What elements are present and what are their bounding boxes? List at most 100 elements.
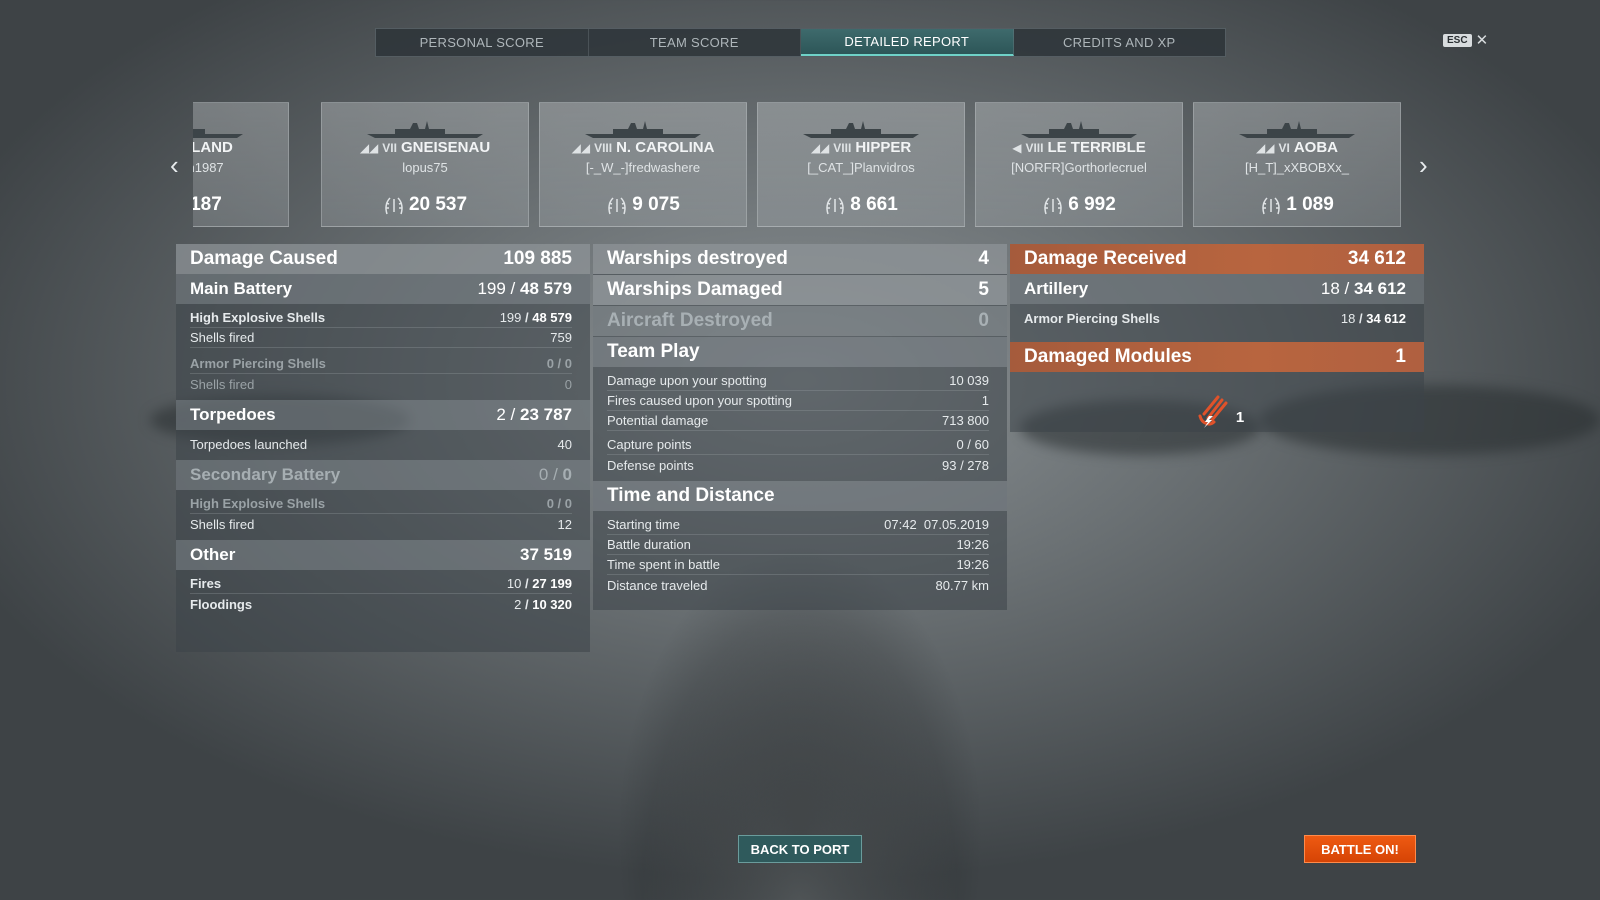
tab-detailed-report[interactable]: DETAILED REPORT (801, 29, 1014, 56)
spotting-damage-row: Damage upon your spotting 10 039 (607, 371, 989, 391)
row-value: 199 / 48 579 (499, 310, 572, 325)
damage-caused-total: 109 885 (503, 248, 572, 269)
row-value: 0 / 0 (546, 356, 572, 371)
damage-caused-panel: Damage Caused 109 885 Main Battery 199 /… (176, 244, 590, 652)
ship-score: 8 661 (850, 194, 898, 215)
laurel-icon (826, 197, 844, 215)
ship-name: HIPPER (855, 139, 912, 156)
row-value: 0 (564, 376, 572, 392)
row-label: Shells fired (190, 330, 255, 345)
hits: 2 (514, 596, 522, 612)
row-value: 2 / 10 320 (514, 596, 572, 612)
hits: 199 (499, 310, 522, 325)
fires-row: Fires 10 / 27 199 (190, 574, 572, 594)
warships-damaged-value: 5 (978, 279, 989, 300)
torpedoes-label: Torpedoes (190, 405, 276, 424)
warships-destroyed-value: 4 (978, 248, 989, 269)
ap-shells-row: Armor Piercing Shells 0 / 0 (190, 354, 572, 374)
ship-card[interactable]: ◢◢ VII GNEISENAU lopus75 20 537 (321, 102, 529, 227)
ship-silhouette-icon (193, 129, 243, 138)
player-name: [NORFR]Gorthorlecruel (1011, 160, 1147, 175)
ship-silhouette-icon (1021, 121, 1137, 138)
damage-received-total: 34 612 (1347, 248, 1406, 269)
row-value: 07:42 07.05.2019 (884, 517, 989, 532)
damage: 23 787 (520, 405, 572, 424)
artillery-header: Artillery 18 / 34 612 (1010, 274, 1424, 304)
time-distance-title: Time and Distance (607, 485, 775, 506)
report-tabs: PERSONAL SCORE TEAM SCORE DETAILED REPOR… (375, 28, 1226, 57)
carousel-prev-arrow-icon[interactable]: ‹ (170, 150, 179, 181)
row-label: Armor Piercing Shells (1024, 310, 1160, 326)
ship-silhouette-icon (803, 121, 919, 138)
hits: 10 (506, 576, 522, 591)
tab-team-score[interactable]: TEAM SCORE (589, 29, 801, 56)
main-battery-value: 199 / 48 579 (477, 279, 572, 299)
ship-score: 6 992 (1068, 194, 1116, 215)
separator: / (505, 279, 520, 298)
row-label: Shells fired (190, 516, 255, 532)
tab-credits-and-xp[interactable]: CREDITS AND XP (1014, 29, 1226, 56)
ship-class-icon: ◢◢ (571, 141, 591, 155)
warships-destroyed-header: Warships destroyed 4 (593, 244, 1007, 274)
hits: 18 (1320, 279, 1340, 298)
shells-fired-row: Shells fired 0 (190, 374, 572, 394)
main-battery-header: Main Battery 199 / 48 579 (176, 274, 590, 304)
ship-score: 9 075 (632, 194, 680, 215)
damage: 0 (562, 465, 572, 484)
ship-card[interactable]: ◀ VIII LE TERRIBLE [NORFR]Gorthorlecruel 6… (975, 102, 1183, 227)
ship-silhouette-icon (1239, 121, 1355, 138)
damage: 27 199 (532, 576, 572, 591)
damage-received-title: Damage Received (1024, 248, 1187, 269)
ship-card[interactable]: ◢◢ VIII N. CAROLINA [-_W_-]fredwashere 9 0… (539, 102, 747, 227)
other-rows: Fires 10 / 27 199 Floodings 2 / 10 320 (176, 570, 590, 620)
other-header: Other 37 519 (176, 540, 590, 570)
capture-points-row: Capture points 0 / 60 (607, 435, 989, 455)
ship-card[interactable]: CLEVELAND Ahriman1987 1 187 (193, 102, 289, 227)
row-value: 0 / 0 (546, 496, 572, 511)
row-label: Defense points (607, 457, 694, 473)
ship-card[interactable]: ◢◢ VI AOBA [H_T]_xXBOBXx_ 1 089 (1193, 102, 1401, 227)
secondary-label: Secondary Battery (190, 465, 341, 484)
damage: 0 (564, 496, 572, 511)
close-icon: ✕ (1475, 32, 1489, 49)
row-label: Fires caused upon your spotting (607, 393, 792, 408)
secondary-battery-header: Secondary Battery 0 / 0 (176, 460, 590, 490)
laurel-icon (385, 197, 403, 215)
back-to-port-button[interactable]: BACK TO PORT (738, 835, 862, 863)
row-label: Potential damage (607, 413, 709, 428)
row-value: 713 800 (942, 413, 989, 428)
ship-score: 1 187 (193, 194, 222, 215)
damage-caused-header: Damage Caused 109 885 (176, 244, 590, 274)
torpedoes-value: 2 / 23 787 (496, 405, 572, 425)
aircraft-destroyed-value: 0 (978, 310, 989, 331)
close-button[interactable]: ESC ✕ (1443, 31, 1488, 49)
row-label: Floodings (190, 596, 253, 612)
row-value: 0 / 60 (956, 437, 989, 452)
artillery-rows: Armor Piercing Shells 18 / 34 612 (1010, 304, 1424, 334)
row-value: 12 (557, 516, 572, 532)
separator: / (1339, 279, 1354, 298)
ship-card[interactable]: ◢◢ VIII HIPPER [_CAT_]Planvidros 8 661 (757, 102, 965, 227)
row-value: 10 / 27 199 (506, 576, 572, 591)
artillery-label: Artillery (1024, 279, 1089, 298)
damaged-modules-header: Damaged Modules 1 (1010, 342, 1424, 372)
team-play-title: Team Play (607, 341, 700, 362)
ap-received-row: Armor Piercing Shells 18 / 34 612 (1024, 308, 1406, 328)
torpedoes-rows: Torpedoes launched 40 (176, 430, 590, 460)
damage-received-panel: Damage Received 34 612 Artillery 18 / 34… (1010, 244, 1424, 432)
carousel-next-arrow-icon[interactable]: › (1419, 150, 1428, 181)
battle-on-button[interactable]: BATTLE ON! (1304, 835, 1416, 863)
tab-personal-score[interactable]: PERSONAL SCORE (376, 29, 589, 56)
shells-fired-row: Shells fired 12 (190, 514, 572, 534)
torpedoes-launched-row: Torpedoes launched 40 (190, 434, 572, 454)
sec-he-row: High Explosive Shells 0 / 0 (190, 494, 572, 514)
hits: 0 (546, 356, 554, 371)
ship-class-icon: ◢◢ (810, 141, 830, 155)
main-battery-hits: 199 (477, 279, 506, 298)
damage: 10 320 (532, 596, 572, 612)
ship-tier: VII (382, 141, 397, 155)
ship-name: CLEVELAND (193, 139, 233, 156)
damaged-modules-label: Damaged Modules (1024, 346, 1192, 367)
laurel-icon (608, 197, 626, 215)
ship-tier: VIII (594, 141, 613, 155)
